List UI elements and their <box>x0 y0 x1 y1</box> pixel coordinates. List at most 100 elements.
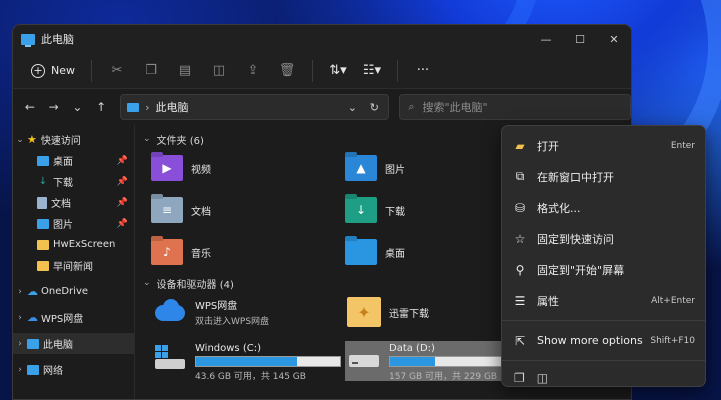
menu-item-label: 固定到快速访问 <box>537 232 614 246</box>
menu-item-pin-start[interactable]: ⚲ 固定到"开始"屏幕 <box>502 254 705 285</box>
sort-icon: ⇅▾ <box>329 63 347 78</box>
paste-button[interactable]: ▤ <box>168 57 202 85</box>
search-box[interactable]: ⌕ 搜索"此电脑" <box>399 94 631 120</box>
chevron-right-icon[interactable]: › <box>13 313 27 323</box>
folder-icon <box>37 239 49 250</box>
sidebar-item-label: HwExScreen <box>53 239 116 250</box>
chevron-right-icon[interactable]: › <box>13 287 27 297</box>
drive-name: WPS网盘 <box>195 301 238 312</box>
pin-icon: 📌 <box>116 197 128 208</box>
menu-item-show-more-options[interactable]: ⇱ Show more options Shift+F10 <box>502 325 705 356</box>
sidebar-item-morning-news[interactable]: 早间新闻 <box>13 255 134 276</box>
chevron-right-icon[interactable]: › <box>13 339 27 349</box>
sidebar-item-onedrive[interactable]: › ☁ OneDrive <box>13 281 134 302</box>
close-button[interactable]: ✕ <box>597 25 631 53</box>
sidebar-item-quick-access[interactable]: ⌄ ★ 快速访问 <box>13 129 134 150</box>
toolbar-divider <box>397 59 398 82</box>
more-icon: ··· <box>416 63 430 78</box>
address-bar[interactable]: › 此电脑 ⌄ ↻ <box>120 94 390 120</box>
sidebar-item-label: 快速访问 <box>40 136 81 147</box>
recent-locations-button[interactable]: ⌄ <box>67 95 89 119</box>
new-button[interactable]: + New <box>23 60 83 82</box>
computer-icon <box>21 33 35 47</box>
forward-button[interactable]: → <box>43 95 65 119</box>
menu-item-label: Show more options <box>537 334 643 347</box>
drive-free-space: 43.6 GB 可用，共 145 GB <box>195 372 306 382</box>
folder-documents[interactable]: ≡ 文档 <box>151 193 345 227</box>
menu-item-label: 固定到"开始"屏幕 <box>537 263 625 277</box>
context-menu: ▰ 打开 Enter ⧉ 在新窗口中打开 ⛁ 格式化... ☆ 固定到快速访问 … <box>501 125 706 387</box>
pin-icon: 📌 <box>116 176 128 187</box>
sort-button[interactable]: ⇅▾ <box>321 57 355 85</box>
open-new-window-icon: ⧉ <box>515 169 525 183</box>
drive-subtitle: 双击进入WPS网盘 <box>195 317 270 327</box>
pin-icon: ⚲ <box>515 262 525 277</box>
sidebar-item-downloads[interactable]: ↓ 下载 📌 <box>13 171 134 192</box>
search-placeholder: 搜索"此电脑" <box>422 101 488 114</box>
back-button[interactable]: ← <box>19 95 41 119</box>
up-button[interactable]: ↑ <box>90 95 112 119</box>
folder-label: 文档 <box>191 206 211 218</box>
menu-item-pin-quick-access[interactable]: ☆ 固定到快速访问 <box>502 223 705 254</box>
menu-item-format[interactable]: ⛁ 格式化... <box>502 192 705 223</box>
pin-icon: 📌 <box>116 155 128 166</box>
share-button[interactable]: ⇪ <box>236 57 270 85</box>
folder-music[interactable]: ♪ 音乐 <box>151 235 345 269</box>
cut-button[interactable]: ✂ <box>100 57 134 85</box>
arrow-up-icon: ↑ <box>96 100 107 114</box>
folder-label: 音乐 <box>191 248 211 260</box>
sidebar-item-pictures[interactable]: 图片 📌 <box>13 213 134 234</box>
folder-videos[interactable]: ▶ 视频 <box>151 151 345 185</box>
drive-name: 迅雷下载 <box>389 308 429 320</box>
sidebar-item-label: 文档 <box>51 199 71 210</box>
properties-icon: ☰ <box>514 293 526 308</box>
copy-icon[interactable]: ❐ <box>514 371 525 385</box>
format-drive-icon: ⛁ <box>514 200 526 215</box>
view-button[interactable]: ☷▾ <box>355 57 389 85</box>
share-icon: ⇪ <box>247 63 259 78</box>
folder-label: 下载 <box>385 206 405 218</box>
sidebar-item-hwexscreen[interactable]: HwExScreen <box>13 234 134 255</box>
breadcrumb-this-pc[interactable]: 此电脑 <box>155 99 188 115</box>
more-button[interactable]: ··· <box>406 57 440 85</box>
more-options-icon: ⇱ <box>514 333 526 348</box>
navigation-pane: ⌄ ★ 快速访问 桌面 📌 ↓ 下载 📌 文档 📌 图片 📌 HwExScree… <box>13 125 135 399</box>
trash-icon: 🗑 <box>278 63 296 78</box>
drive-windows-c[interactable]: Windows (C:) 43.6 GB 可用，共 145 GB <box>151 341 345 382</box>
menu-item-shortcut: Alt+Enter <box>651 295 695 306</box>
chevron-down-icon[interactable]: ⌄ <box>13 135 27 145</box>
search-icon: ⌕ <box>408 100 415 113</box>
music-folder-icon: ♪ <box>151 239 183 265</box>
refresh-button[interactable]: ↻ <box>366 101 382 114</box>
desktop-folder-icon <box>345 239 377 265</box>
menu-item-shortcut: Enter <box>670 140 695 151</box>
cloud-icon: ☁ <box>27 311 38 324</box>
folder-open-icon: ▰ <box>515 138 525 153</box>
rename-button[interactable]: ◫ <box>202 57 236 85</box>
sidebar-item-label: 下载 <box>53 178 73 189</box>
sidebar-item-desktop[interactable]: 桌面 📌 <box>13 150 134 171</box>
pictures-folder-icon: ▲ <box>345 155 377 181</box>
scissors-icon: ✂ <box>111 63 123 78</box>
sidebar-item-documents[interactable]: 文档 📌 <box>13 192 134 213</box>
maximize-button[interactable]: ☐ <box>563 25 597 53</box>
minimize-button[interactable]: — <box>529 25 563 53</box>
menu-item-open[interactable]: ▰ 打开 Enter <box>502 130 705 161</box>
title-bar: 此电脑 — ☐ ✕ <box>13 25 631 53</box>
sidebar-item-this-pc[interactable]: › 此电脑 <box>13 333 134 354</box>
menu-item-open-new-window[interactable]: ⧉ 在新窗口中打开 <box>502 161 705 192</box>
copy-button[interactable]: ❐ <box>134 57 168 85</box>
address-history-dropdown[interactable]: ⌄ <box>344 101 360 114</box>
pin-icon: 📌 <box>116 218 128 229</box>
rename-icon[interactable]: ◫ <box>537 371 548 385</box>
sidebar-item-network[interactable]: › 网络 <box>13 359 134 380</box>
delete-button[interactable]: 🗑 <box>270 57 304 85</box>
drive-wps-cloud[interactable]: WPS网盘 双击进入WPS网盘 <box>151 295 345 335</box>
chevron-right-icon[interactable]: › <box>13 365 27 375</box>
windows-drive-icon <box>153 343 187 373</box>
sidebar-item-wps-cloud[interactable]: › ☁ WPS网盘 <box>13 307 134 328</box>
download-icon: ↓ <box>38 176 48 187</box>
menu-item-properties[interactable]: ☰ 属性 Alt+Enter <box>502 285 705 316</box>
downloads-folder-icon: ↓ <box>345 197 377 223</box>
drive-name: Windows (C:) <box>195 343 261 354</box>
